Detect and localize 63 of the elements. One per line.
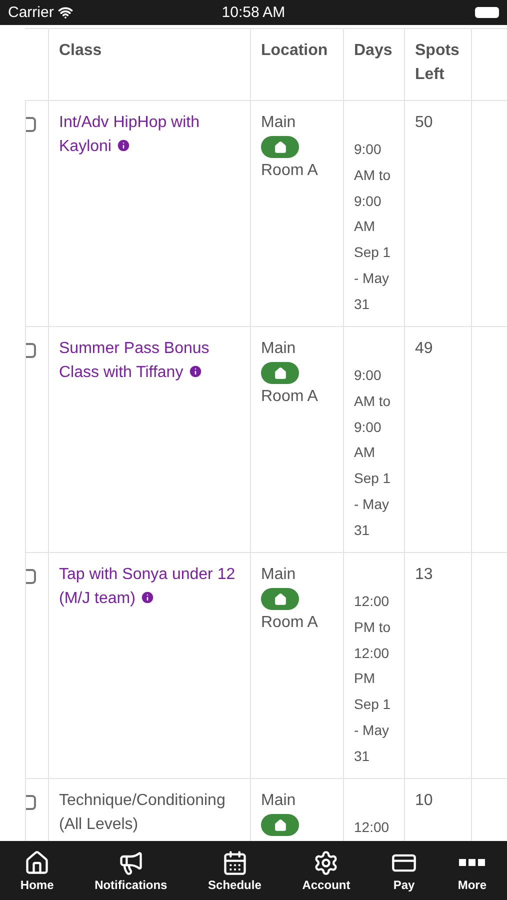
carrier-label: Carrier bbox=[8, 4, 54, 21]
days-text: Sep 1 bbox=[354, 243, 391, 262]
days-text: AM to bbox=[354, 392, 391, 411]
tab-bar-item[interactable]: Pay bbox=[389, 850, 420, 892]
days-text: Sep 1 bbox=[354, 469, 391, 488]
clock: 10:58 AM bbox=[222, 4, 286, 21]
days-text: 9:00 bbox=[354, 192, 382, 211]
more-icon bbox=[459, 858, 486, 866]
days-text: - May bbox=[354, 494, 389, 514]
days-text: 12:00 bbox=[354, 644, 390, 663]
column-header: Spots Left bbox=[415, 41, 460, 85]
tab-bar-item[interactable]: More bbox=[456, 850, 489, 892]
tab-bar-item[interactable]: Schedule bbox=[206, 850, 264, 892]
spots-text: 10 bbox=[415, 791, 433, 811]
calendar-icon bbox=[222, 850, 248, 876]
tab-bar-item[interactable]: Home bbox=[18, 850, 56, 892]
info-icon[interactable] bbox=[116, 138, 131, 153]
info-icon[interactable] bbox=[140, 590, 155, 605]
room-text: Room A bbox=[261, 161, 318, 181]
days-text: 9:00 bbox=[354, 140, 382, 159]
room-text: Room A bbox=[261, 613, 318, 633]
days-text: 12:00 bbox=[354, 592, 390, 611]
home-badge bbox=[261, 136, 299, 158]
column-header: Class bbox=[59, 41, 103, 61]
home-badge bbox=[261, 588, 299, 610]
days-text: PM bbox=[354, 669, 375, 688]
class-link[interactable]: Int/Adv HipHop with Kayloni bbox=[59, 111, 240, 159]
column-header: Location bbox=[261, 41, 329, 61]
days-text: 31 bbox=[354, 746, 370, 766]
location-text: Main bbox=[261, 339, 296, 359]
spots-text: 49 bbox=[415, 339, 433, 359]
days-text: 31 bbox=[354, 294, 370, 314]
spots-text: 13 bbox=[415, 565, 433, 585]
settings-icon bbox=[313, 850, 340, 876]
days-text: AM bbox=[354, 217, 375, 236]
info-icon[interactable] bbox=[188, 364, 203, 379]
days-text: AM bbox=[354, 443, 375, 462]
location-text: Main bbox=[261, 565, 296, 585]
battery-icon bbox=[475, 7, 499, 18]
class-link[interactable]: Summer Pass Bonus Class with Tiffany bbox=[59, 337, 240, 385]
days-text: - May bbox=[354, 268, 389, 288]
home-badge bbox=[261, 814, 299, 836]
days-text: - May bbox=[354, 720, 389, 740]
home-icon bbox=[24, 850, 50, 876]
location-text: Main bbox=[261, 113, 296, 133]
room-text: Room A bbox=[261, 387, 318, 407]
tab-bar-item[interactable]: Account bbox=[300, 850, 352, 892]
days-text: PM to bbox=[354, 618, 391, 637]
home-badge bbox=[261, 362, 299, 384]
days-text: 12:00 bbox=[354, 818, 390, 837]
location-text: Main bbox=[261, 791, 296, 811]
megaphone-icon bbox=[118, 850, 144, 876]
spots-text: 50 bbox=[415, 113, 433, 133]
tab-bar-item[interactable]: Notifications bbox=[92, 850, 170, 892]
class-link[interactable]: Tap with Sonya under 12 (M/J team) bbox=[59, 563, 240, 611]
days-text: 31 bbox=[354, 520, 370, 540]
class-name: Technique/Conditioning (All Levels) bbox=[59, 791, 226, 835]
wifi-icon bbox=[58, 5, 73, 20]
days-text: 9:00 bbox=[354, 366, 382, 385]
days-text: Sep 1 bbox=[354, 695, 391, 714]
days-text: 9:00 bbox=[354, 418, 382, 437]
column-header: Days bbox=[354, 41, 394, 61]
days-text: AM to bbox=[354, 166, 391, 185]
